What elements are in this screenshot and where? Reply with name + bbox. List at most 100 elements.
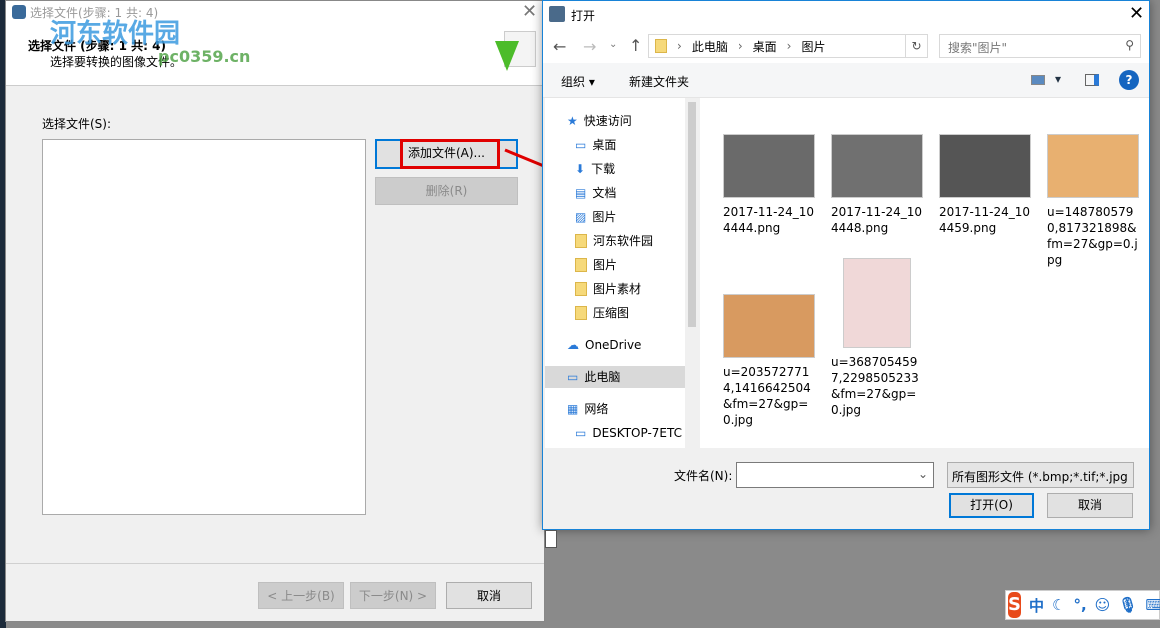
file-name: 2017-11-24_104448.png	[831, 205, 923, 235]
breadcrumb-item[interactable]: 图片	[801, 38, 825, 55]
file-item[interactable]: u=1487805790,817321898&fm=27&gp=0.jpg	[1047, 134, 1139, 268]
breadcrumb-item[interactable]: 此电脑	[692, 38, 728, 55]
pictures-icon: ▨	[575, 210, 587, 224]
dialog-title: 打开	[571, 9, 596, 23]
nav-item[interactable]: ▨ 图片	[575, 206, 616, 228]
star-icon: ★	[567, 114, 578, 128]
nav-item[interactable]: 压缩图	[575, 302, 629, 324]
file-item[interactable]: u=2035727714,1416642504&fm=27&gp=0.jpg	[723, 294, 815, 428]
file-name: u=2035727714,1416642504&fm=27&gp=0.jpg	[723, 365, 811, 427]
nav-item-label: 桌面	[592, 138, 617, 152]
folder-icon	[575, 258, 587, 272]
nav-item[interactable]: ▭ 此电脑	[545, 366, 685, 388]
open-button[interactable]: 打开(O)	[949, 493, 1034, 518]
microphone-icon[interactable]: 🎙	[1118, 596, 1137, 614]
document-icon: ▤	[575, 186, 587, 200]
refresh-icon[interactable]: ↻	[905, 34, 928, 58]
cancel-button[interactable]: 取消	[1047, 493, 1133, 518]
nav-item-label: 图片素材	[593, 282, 642, 296]
back-icon[interactable]: ←	[553, 37, 566, 56]
folder-icon	[575, 306, 587, 320]
breadcrumb-item[interactable]: 桌面	[753, 38, 777, 55]
search-placeholder: 搜索"图片"	[948, 41, 1008, 55]
organize-label: 组织	[561, 75, 586, 89]
cloud-icon: ☁	[567, 338, 579, 352]
nav-item-label: 此电脑	[584, 370, 621, 384]
nav-item[interactable]: ▭ 桌面	[575, 134, 616, 156]
file-name: u=1487805790,817321898&fm=27&gp=0.jpg	[1047, 205, 1138, 267]
file-item[interactable]: 2017-11-24_104444.png	[723, 134, 815, 236]
punctuation-icon[interactable]: °,	[1073, 596, 1086, 614]
nav-item-label: 下载	[591, 162, 616, 176]
filename-label: 文件名(N):	[674, 469, 733, 483]
nav-item[interactable]: ▤ 文档	[575, 182, 616, 204]
folder-icon	[655, 39, 667, 53]
nav-item[interactable]: 图片素材	[575, 278, 641, 300]
ime-mode[interactable]: 中	[1029, 595, 1044, 616]
emoji-icon[interactable]: ☺	[1095, 596, 1111, 614]
desktop-icon: ▭	[575, 138, 587, 152]
file-type-value: 所有图形文件 (*.bmp;*.tif;*.jpg	[952, 470, 1128, 484]
forward-icon[interactable]: →	[583, 37, 596, 56]
view-dropdown-icon[interactable]: ▾	[1055, 72, 1061, 86]
file-thumbnail	[1047, 134, 1139, 198]
file-item[interactable]: 2017-11-24_104459.png	[939, 134, 1031, 236]
view-icon[interactable]	[1031, 75, 1045, 85]
ime-toolbar: S 中 ☾ °, ☺ 🎙 ⌨	[1005, 590, 1160, 620]
file-thumbnail	[831, 134, 923, 198]
toolbar: 组织 ▾ 新建文件夹 ▾ ?	[543, 63, 1149, 98]
app-icon	[549, 6, 565, 22]
nav-item-label: 快速访问	[583, 114, 632, 128]
nav-item[interactable]: 河东软件园	[575, 230, 653, 252]
nav-item-label: 图片	[593, 258, 618, 272]
open-file-dialog: 打开 ✕ ← → ⌄ ↑ ›此电脑 ›桌面 ›图片 ⌄ ↻ 搜索"图片" ⚲ 组织…	[542, 0, 1150, 530]
resize-handle	[545, 530, 557, 548]
organize-button[interactable]: 组织 ▾	[561, 73, 595, 90]
nav-item[interactable]: ☁ OneDrive	[567, 334, 641, 356]
file-view: 2017-11-24_104444.png 2017-11-24_104448.p…	[700, 98, 1149, 448]
download-icon: ⬇	[575, 162, 586, 176]
folder-icon	[575, 282, 587, 296]
nav-item-label: 文档	[592, 186, 617, 200]
file-item[interactable]: 2017-11-24_104448.png	[831, 134, 923, 236]
nav-item-label: 河东软件园	[593, 234, 654, 248]
nav-item[interactable]: ▦ 网络	[567, 398, 608, 420]
nav-item-label: 网络	[584, 402, 609, 416]
computer-icon: ▭	[567, 370, 579, 384]
nav-item-label: DESKTOP-7ETC	[592, 426, 683, 440]
recent-dropdown-icon[interactable]: ⌄	[609, 39, 617, 50]
preview-pane-icon[interactable]	[1085, 74, 1099, 86]
navigation-pane: ★ 快速访问 ▭ 桌面 ⬇ 下载 ▤ 文档 ▨ 图片 河东软件园 图片 图片素材 压缩图 ☁ OneDrive…	[545, 98, 685, 448]
nav-item-label: 压缩图	[593, 306, 630, 320]
file-name: 2017-11-24_104444.png	[723, 205, 815, 235]
network-icon: ▦	[567, 402, 579, 416]
file-name: 2017-11-24_104459.png	[939, 205, 1031, 235]
file-thumbnail	[723, 294, 815, 358]
nav-item[interactable]: ▭ DESKTOP-7ETC	[575, 422, 682, 444]
up-icon[interactable]: ↑	[629, 36, 642, 55]
file-thumbnail	[843, 258, 911, 348]
search-input[interactable]: 搜索"图片" ⚲	[939, 34, 1141, 58]
close-icon[interactable]: ✕	[1129, 3, 1144, 24]
nav-item[interactable]: ★ 快速访问	[567, 110, 632, 132]
address-bar[interactable]: ›此电脑 ›桌面 ›图片 ⌄	[648, 34, 928, 58]
file-thumbnail	[939, 134, 1031, 198]
new-folder-button[interactable]: 新建文件夹	[629, 73, 689, 90]
chevron-down-icon[interactable]: ⌄	[918, 467, 928, 481]
nav-item[interactable]: ⬇ 下载	[575, 158, 615, 180]
file-name: u=3687054597,2298505233&fm=27&gp=0.jpg	[831, 355, 919, 417]
folder-icon	[575, 234, 587, 248]
search-icon: ⚲	[1125, 38, 1134, 52]
sogou-logo-icon[interactable]: S	[1008, 592, 1021, 618]
keyboard-icon[interactable]: ⌨	[1145, 596, 1160, 614]
nav-item-label: 图片	[592, 210, 617, 224]
moon-icon[interactable]: ☾	[1052, 596, 1065, 614]
nav-item-label: OneDrive	[585, 338, 642, 352]
nav-scrollbar[interactable]	[685, 98, 699, 448]
filename-input[interactable]: ⌄	[736, 462, 934, 488]
help-icon[interactable]: ?	[1119, 70, 1139, 90]
nav-item[interactable]: 图片	[575, 254, 617, 276]
computer-icon: ▭	[575, 426, 587, 440]
file-type-select[interactable]: 所有图形文件 (*.bmp;*.tif;*.jpg	[947, 462, 1134, 488]
file-item[interactable]: u=3687054597,2298505233&fm=27&gp=0.jpg	[831, 258, 923, 418]
